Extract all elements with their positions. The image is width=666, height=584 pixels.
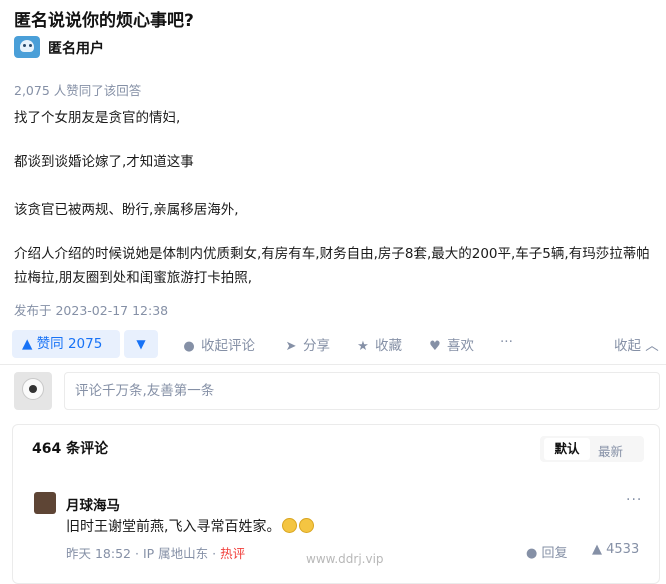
comment-meta: 昨天 18:52 · IP 属地山东 · 热评 bbox=[66, 546, 246, 561]
comment-body: 旧时王谢堂前燕,飞入寻常百姓家。 bbox=[66, 519, 281, 535]
comment-time: 昨天 18:52 bbox=[66, 546, 131, 561]
hot-comment-badge: 热评 bbox=[220, 546, 246, 561]
share-label: 分享 bbox=[303, 338, 330, 354]
comments-count: 464 条评论 bbox=[32, 441, 109, 457]
divider bbox=[0, 364, 666, 365]
vote-summary: 2,075 人赞同了该回答 bbox=[14, 83, 142, 98]
favorite-button[interactable]: ★ 收藏 bbox=[356, 334, 402, 354]
collapse-comments-button[interactable]: ● 收起评论 bbox=[182, 334, 255, 354]
share-arrow-icon: ➤ bbox=[285, 339, 297, 354]
emoji-icon bbox=[299, 518, 315, 533]
thumbs-up-icon: ▲ bbox=[592, 542, 602, 557]
heart-icon: ♥ bbox=[429, 339, 441, 354]
reply-label: 回复 bbox=[541, 546, 568, 561]
question-title[interactable]: 匿名说说你的烦心事吧? bbox=[14, 6, 194, 31]
more-actions-button[interactable]: ··· bbox=[500, 334, 513, 350]
downvote-button[interactable]: ▼ bbox=[124, 330, 158, 358]
reply-icon: ● bbox=[526, 546, 538, 561]
star-icon: ★ bbox=[357, 339, 369, 354]
comment-like-button[interactable]: ▲ 4533 bbox=[592, 542, 639, 557]
author-name[interactable]: 匿名用户 bbox=[48, 38, 104, 58]
comment-text: 旧时王谢堂前燕,飞入寻常百姓家。 bbox=[66, 516, 315, 536]
emoji-icon bbox=[282, 518, 298, 533]
commenter-avatar[interactable] bbox=[34, 492, 56, 514]
comment-input[interactable]: 评论千万条,友善第一条 bbox=[64, 372, 660, 410]
answer-paragraph: 找了个女朋友是贪官的情妇, bbox=[14, 110, 181, 126]
comment-bubble-icon: ● bbox=[183, 339, 195, 354]
published-time: 发布于 2023-02-17 12:38 bbox=[14, 303, 169, 318]
upvote-button[interactable]: ▲ 赞同 2075 bbox=[12, 330, 120, 358]
comment-location: IP 属地山东 bbox=[142, 546, 209, 561]
answer-paragraph: 介绍人介绍的时候说她是体制内优质剩女,有房有车,财务自由,房子8套,最大的200… bbox=[14, 246, 650, 286]
like-label: 喜欢 bbox=[447, 338, 474, 354]
share-button[interactable]: ➤ 分享 bbox=[284, 334, 330, 354]
like-button[interactable]: ♥ 喜欢 bbox=[428, 334, 474, 354]
sort-default-tab[interactable]: 默认 bbox=[544, 438, 590, 460]
user-avatar bbox=[14, 372, 52, 410]
favorite-label: 收藏 bbox=[375, 338, 402, 354]
comment-author[interactable]: 月球海马 bbox=[66, 494, 120, 514]
sort-latest-tab[interactable]: 最新 bbox=[598, 441, 623, 460]
comment-like-count: 4533 bbox=[606, 542, 640, 557]
answer-paragraph: 都谈到谈婚论嫁了,才知道这事 bbox=[14, 154, 194, 170]
answer-paragraph: 该贪官已被两规、盼行,亲属移居海外, bbox=[14, 202, 239, 218]
comment-more-button[interactable]: ··· bbox=[626, 492, 642, 508]
reply-button[interactable]: ● 回复 bbox=[526, 542, 568, 561]
watermark: www.ddrj.vip bbox=[306, 552, 384, 566]
collapse-comments-label: 收起评论 bbox=[201, 338, 255, 354]
anonymous-avatar[interactable] bbox=[14, 36, 40, 58]
collapse-answer-button[interactable]: 收起 ︿ bbox=[614, 334, 659, 354]
